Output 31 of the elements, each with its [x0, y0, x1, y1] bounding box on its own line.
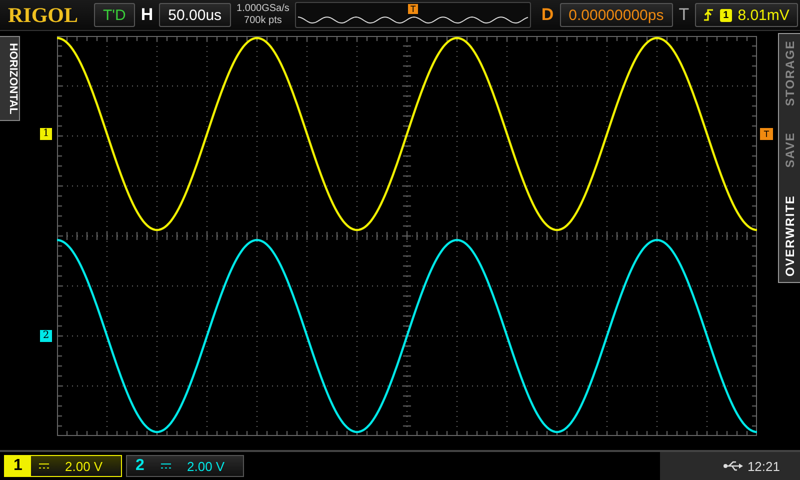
horizontal-tab[interactable]: HORIZONTAL [0, 36, 20, 122]
channel-scale-box[interactable]: 1 2.00 V [4, 455, 122, 477]
trigger-level-marker[interactable]: T [760, 128, 773, 140]
usb-icon [723, 460, 744, 472]
trigger-source: 1 [720, 8, 732, 22]
brand-logo: RIGOL [8, 2, 78, 28]
channel-number: 2 [134, 456, 146, 476]
memory-depth: 700k pts [244, 15, 282, 27]
trigger-label: T [678, 5, 690, 25]
channel-scale-box[interactable]: 2 2.00 V [126, 455, 244, 477]
channel-marker[interactable]: 1 [40, 128, 52, 140]
horizontal-label: H [140, 5, 154, 25]
delay-value[interactable]: 0.00000000ps [560, 3, 673, 27]
clock-time: 12:21 [747, 458, 780, 474]
channel-marker[interactable]: 2 [40, 330, 52, 342]
trigger-settings[interactable]: 1 8.01mV [695, 3, 798, 27]
sample-rate: 1.000GSa/s [236, 3, 290, 15]
dc-coupling-icon [161, 463, 171, 469]
run-status: T'D [94, 3, 135, 27]
menu-tab[interactable]: SAVE [782, 132, 796, 168]
trigger-position-marker: T [408, 4, 418, 14]
channel-scale: 2.00 V [187, 458, 225, 474]
menu-tab[interactable]: STORAGE [782, 40, 796, 106]
trigger-level: 8.01mV [738, 6, 790, 24]
timebase-value[interactable]: 50.00us [159, 3, 231, 27]
dc-coupling-icon [39, 463, 49, 469]
channel-scale: 2.00 V [65, 458, 103, 474]
delay-label: D [541, 5, 554, 25]
menu-tab[interactable]: OVERWRITE [782, 194, 796, 276]
channel-number: 1 [5, 456, 31, 476]
rising-edge-icon [704, 8, 714, 22]
